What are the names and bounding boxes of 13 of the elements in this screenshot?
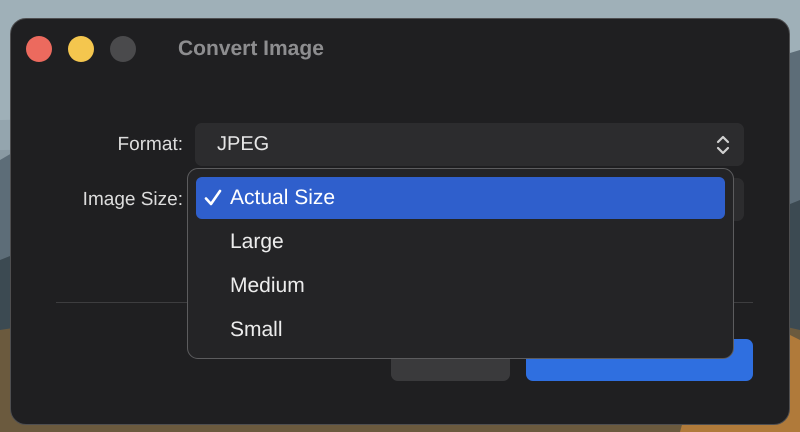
- menu-item[interactable]: Medium: [196, 265, 725, 307]
- image-size-label: Image Size:: [82, 188, 183, 210]
- zoom-icon[interactable]: [110, 36, 136, 62]
- checkmark-icon: [204, 189, 222, 207]
- chevron-icon: [716, 134, 730, 154]
- menu-item[interactable]: Large: [196, 221, 725, 263]
- format-label: Format:: [116, 134, 183, 156]
- menu-item[interactable]: Actual Size: [196, 177, 725, 219]
- window-title: Convert Image: [178, 37, 324, 61]
- format-popup[interactable]: JPEG: [195, 123, 744, 166]
- minimize-icon[interactable]: [68, 36, 94, 62]
- menu-item[interactable]: Small: [196, 309, 725, 351]
- close-icon[interactable]: [26, 36, 52, 62]
